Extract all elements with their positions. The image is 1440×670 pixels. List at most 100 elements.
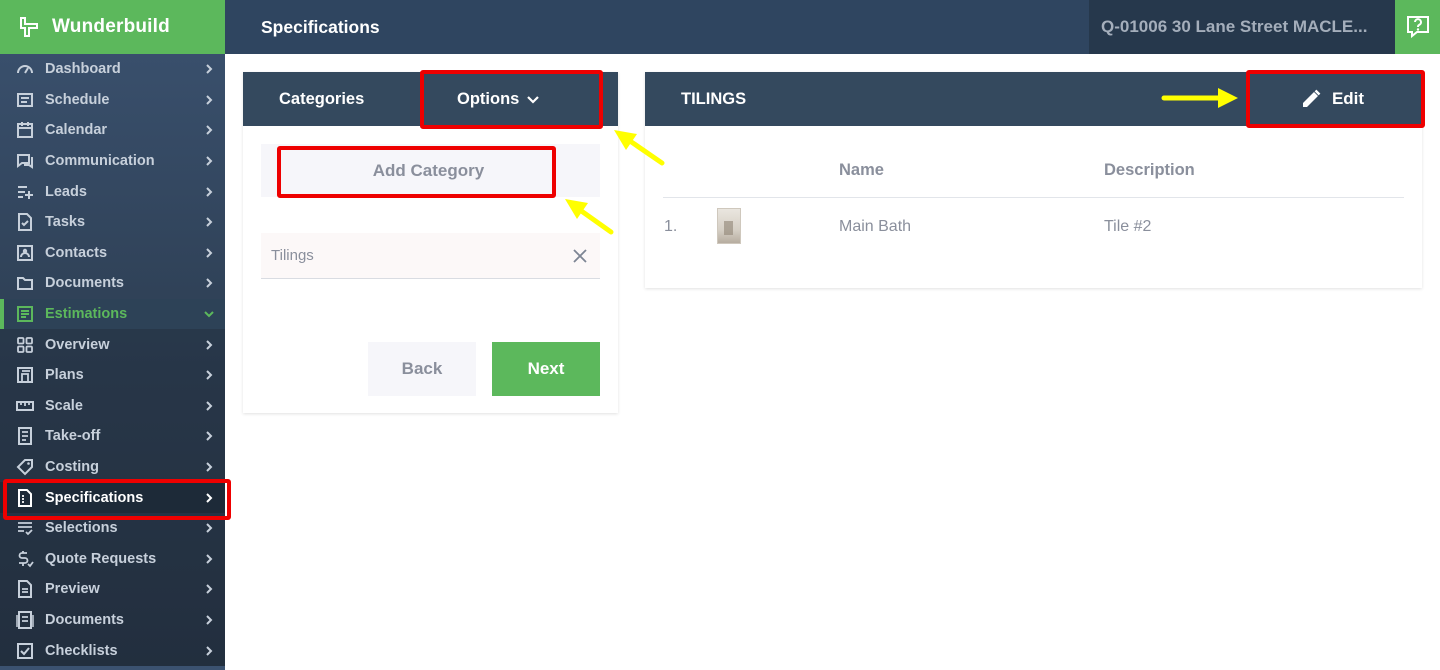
- chevron-right-icon: [206, 523, 213, 533]
- options-dropdown[interactable]: Options: [425, 72, 540, 126]
- chevron-right-icon: [206, 217, 213, 227]
- sidebar-item-communication[interactable]: Communication: [0, 146, 225, 177]
- category-item-label: Tilings: [271, 247, 314, 264]
- item-thumbnail[interactable]: [717, 208, 741, 244]
- sidebar-item-label: Communication: [45, 153, 155, 170]
- row-description: Tile #2: [1104, 218, 1152, 235]
- project-selector[interactable]: Q-01006 30 Lane Street MACLE...: [1089, 0, 1395, 54]
- chevron-right-icon: [206, 554, 213, 564]
- edit-label: Edit: [1331, 89, 1365, 108]
- spec-table: Name Description 1. Main Bath Tile #2: [663, 144, 1404, 256]
- chevron-right-icon: [206, 462, 213, 472]
- chevron-right-icon: [206, 431, 213, 442]
- page-title: Specifications: [261, 16, 380, 37]
- edit-button[interactable]: Edit: [1245, 72, 1419, 126]
- grid-icon: [17, 336, 33, 353]
- sidebar-item-schedule[interactable]: Schedule: [0, 85, 225, 116]
- sidebar-item-take-off[interactable]: Take-off: [0, 421, 225, 452]
- sidebar-item-tasks[interactable]: Tasks: [0, 207, 225, 238]
- sidebar-item-plans[interactable]: Plans: [0, 359, 225, 391]
- sidebar-item-label: Checklists: [45, 642, 118, 659]
- chat-icon: [17, 154, 33, 169]
- chevron-right-icon: [206, 156, 213, 166]
- tag-icon: [16, 459, 33, 476]
- sidebar-item-documents[interactable]: Documents: [0, 268, 225, 299]
- options-label: Options: [457, 89, 520, 108]
- sidebar-item-contacts[interactable]: Contacts: [0, 238, 225, 269]
- ruler-icon: [16, 400, 34, 411]
- pencil-icon: [1302, 89, 1321, 107]
- sidebar-item-label: Tasks: [45, 214, 86, 231]
- sidebar-bottom-bar: [0, 666, 225, 670]
- sidebar-item-label: Quote Requests: [45, 550, 157, 567]
- chevron-right-icon: [206, 186, 213, 197]
- back-button[interactable]: Back: [368, 342, 476, 396]
- sidebar-item-label: Estimations: [45, 306, 128, 323]
- sidebar-item-label: Documents: [45, 611, 124, 628]
- row-image-cell: [717, 208, 839, 244]
- sidebar-item-label: Schedule: [45, 91, 110, 108]
- chevron-right-icon: [206, 645, 213, 656]
- sidebar-item-label: Preview: [45, 581, 100, 598]
- add-category-button[interactable]: Add Category: [261, 144, 600, 197]
- sidebar-nav: Dashboard Schedule Calendar Communicatio…: [0, 54, 225, 666]
- documents-icon: [16, 610, 34, 629]
- sidebar-item-label: Documents: [45, 275, 124, 292]
- sidebar-item-label: Leads: [45, 183, 87, 200]
- chevron-down-icon: [204, 311, 214, 318]
- wunderbuild-logo-icon: [20, 17, 38, 37]
- chevron-right-icon: [206, 584, 213, 595]
- sidebar-item-label: Take-off: [45, 428, 101, 445]
- list-icon: [18, 427, 32, 446]
- sidebar-item-preview[interactable]: Preview: [0, 574, 225, 605]
- document-icon: [18, 580, 32, 599]
- dollar-icon: [18, 550, 34, 568]
- chevron-right-icon: [206, 248, 213, 258]
- chevron-right-icon: [206, 492, 213, 503]
- checkbox-icon: [17, 642, 33, 659]
- contact-card-icon: [17, 244, 33, 261]
- schedule-icon: [17, 92, 33, 107]
- chevron-right-icon: [206, 339, 213, 350]
- sidebar-item-label: Contacts: [45, 244, 108, 261]
- chevron-right-icon: [206, 278, 213, 289]
- next-button[interactable]: Next: [492, 342, 600, 396]
- sidebar-item-scale[interactable]: Scale: [0, 390, 225, 422]
- sidebar-item-label: Plans: [45, 367, 84, 384]
- help-button[interactable]: [1395, 0, 1440, 54]
- categories-title: Categories: [279, 89, 365, 108]
- sidebar-item-selections[interactable]: Selections: [0, 512, 225, 544]
- sidebar-item-costing[interactable]: Costing: [0, 451, 225, 483]
- close-icon: [573, 248, 587, 263]
- sidebar-item-estimations[interactable]: Estimations: [0, 298, 225, 330]
- category-item[interactable]: Tilings: [261, 233, 600, 279]
- col-name: Name: [839, 161, 884, 179]
- sidebar-item-documents-2[interactable]: Documents: [0, 604, 225, 636]
- folder-icon: [17, 277, 33, 291]
- chevron-right-icon: [206, 615, 213, 625]
- sidebar-item-label: Costing: [45, 459, 99, 476]
- row-name: Main Bath: [839, 218, 912, 235]
- sidebar-item-quote-requests[interactable]: Quote Requests: [0, 543, 225, 575]
- sidebar-item-overview[interactable]: Overview: [0, 329, 225, 360]
- chevron-right-icon: [206, 125, 213, 136]
- brand[interactable]: Wunderbuild: [0, 0, 225, 54]
- remove-category-button[interactable]: [560, 233, 600, 279]
- sidebar-item-specifications[interactable]: Specifications: [0, 482, 225, 513]
- row-number: 1.: [664, 218, 678, 235]
- sidebar-item-dashboard[interactable]: Dashboard: [0, 54, 225, 85]
- plans-icon: [17, 367, 33, 384]
- categories-header: Categories Options: [243, 72, 618, 126]
- help-chat-icon: [1406, 16, 1429, 39]
- sidebar-item-checklists[interactable]: Checklists: [0, 635, 225, 666]
- brand-name: Wunderbuild: [52, 16, 170, 37]
- table-row[interactable]: 1. Main Bath Tile #2: [663, 198, 1404, 256]
- sidebar-item-calendar[interactable]: Calendar: [0, 115, 225, 146]
- sidebar-item-label: Specifications: [45, 489, 144, 506]
- sidebar-item-label: Calendar: [45, 122, 108, 139]
- sidebar-item-label: Selections: [45, 520, 118, 537]
- sidebar-item-label: Overview: [45, 336, 110, 353]
- table-header: Name Description: [663, 144, 1404, 198]
- checklist-icon: [18, 522, 33, 536]
- sidebar-item-leads[interactable]: Leads: [0, 176, 225, 207]
